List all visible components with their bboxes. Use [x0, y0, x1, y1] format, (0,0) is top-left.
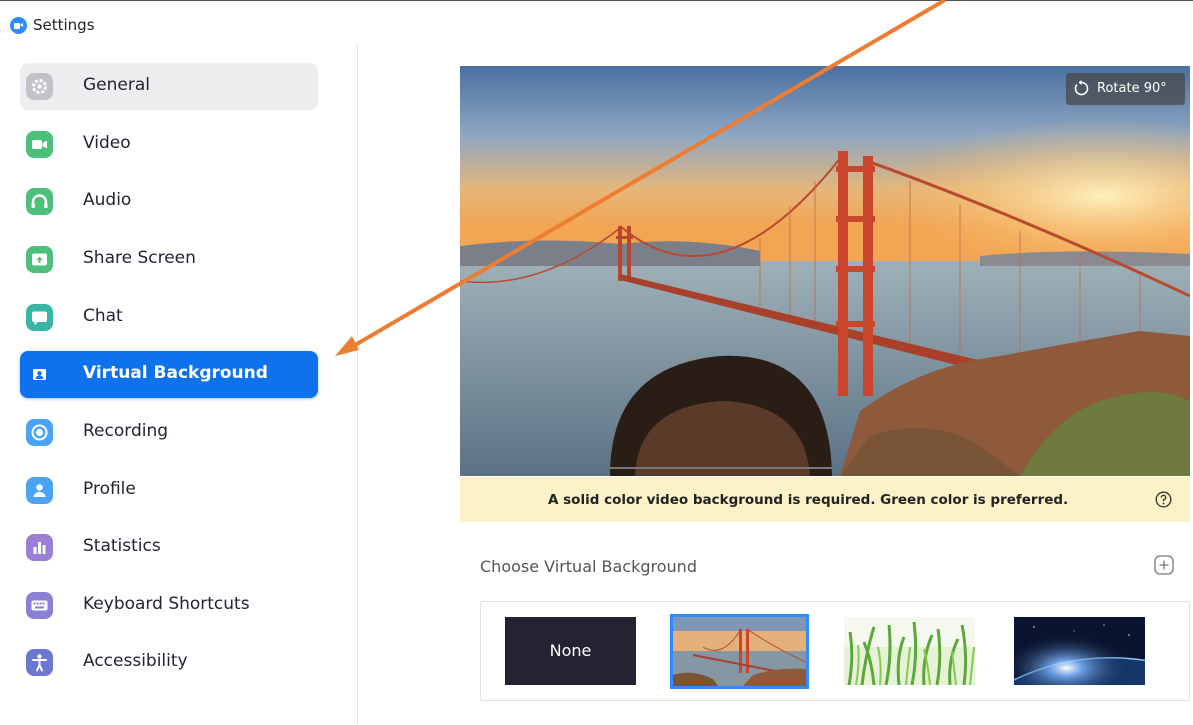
sidebar-item-audio[interactable]: Audio: [20, 178, 318, 225]
sidebar-item-label: Accessibility: [83, 651, 188, 671]
sidebar-item-accessibility[interactable]: Accessibility: [20, 639, 318, 686]
title-bar: Settings: [0, 0, 1193, 44]
window-title: Settings: [33, 16, 95, 34]
sidebar-item-keyboard-shortcuts[interactable]: Keyboard Shortcuts: [20, 582, 318, 629]
virtual-background-panel: Rotate 90° A solid color video backgroun…: [359, 44, 1193, 725]
video-preview: Rotate 90°: [460, 66, 1190, 476]
sidebar-item-video[interactable]: Video: [20, 121, 318, 168]
background-thumbnails: None: [480, 601, 1190, 701]
video-camera-icon: [26, 131, 53, 158]
sidebar-item-label: Audio: [83, 190, 132, 210]
rotate-icon: [1074, 80, 1089, 96]
sidebar-item-label: Statistics: [83, 536, 161, 556]
background-none-thumbnail[interactable]: None: [505, 617, 636, 685]
rotate-label: Rotate 90°: [1097, 81, 1167, 96]
sidebar-item-share-screen[interactable]: Share Screen: [20, 236, 318, 283]
sidebar-item-label: Recording: [83, 421, 169, 441]
earth-thumbnail-image: [1014, 617, 1145, 685]
background-grass-thumbnail[interactable]: [844, 617, 975, 685]
sidebar-item-label: General: [83, 75, 150, 95]
bar-chart-icon: [26, 534, 53, 561]
sidebar-item-chat[interactable]: Chat: [20, 294, 318, 341]
record-icon: [26, 419, 53, 446]
sidebar-item-label: Video: [83, 133, 131, 153]
keyboard-icon: [26, 592, 53, 619]
headphones-icon: [26, 188, 53, 215]
notice-text: A solid color video background is requir…: [548, 492, 1069, 508]
zoom-app-icon: [10, 17, 27, 34]
sidebar-item-recording[interactable]: Recording: [20, 409, 318, 456]
sidebar-item-label: Keyboard Shortcuts: [83, 594, 250, 614]
sidebar-item-label: Profile: [83, 479, 136, 499]
green-screen-notice: A solid color video background is requir…: [460, 477, 1190, 522]
sidebar-item-virtual-background[interactable]: Virtual Background: [20, 351, 318, 398]
golden-gate-thumbnail-image: [673, 617, 806, 686]
sidebar-item-profile[interactable]: Profile: [20, 467, 318, 514]
share-screen-icon: [26, 246, 53, 273]
chat-bubble-icon: [26, 304, 53, 331]
sidebar-item-general[interactable]: General: [20, 63, 318, 110]
sidebar-item-label: Virtual Background: [83, 363, 268, 383]
golden-gate-preview-image: [460, 66, 1190, 476]
background-earth-thumbnail[interactable]: [1014, 617, 1145, 685]
background-golden-gate-thumbnail[interactable]: [670, 614, 809, 689]
sidebar-item-statistics[interactable]: Statistics: [20, 524, 318, 571]
sidebar-item-label: Chat: [83, 306, 123, 326]
accessibility-icon: [26, 649, 53, 676]
grass-thumbnail-image: [844, 617, 975, 685]
sidebar-item-label: Share Screen: [83, 248, 196, 268]
portrait-icon: [26, 361, 53, 388]
choose-background-heading: Choose Virtual Background: [480, 557, 697, 576]
add-background-icon[interactable]: [1154, 555, 1174, 575]
none-label: None: [549, 641, 592, 660]
rotate-90-button[interactable]: Rotate 90°: [1066, 73, 1185, 105]
settings-sidebar: General Video Audio Share Screen Chat Vi…: [0, 44, 358, 725]
help-icon[interactable]: [1155, 491, 1172, 508]
person-icon: [26, 477, 53, 504]
gear-icon: [26, 73, 53, 100]
